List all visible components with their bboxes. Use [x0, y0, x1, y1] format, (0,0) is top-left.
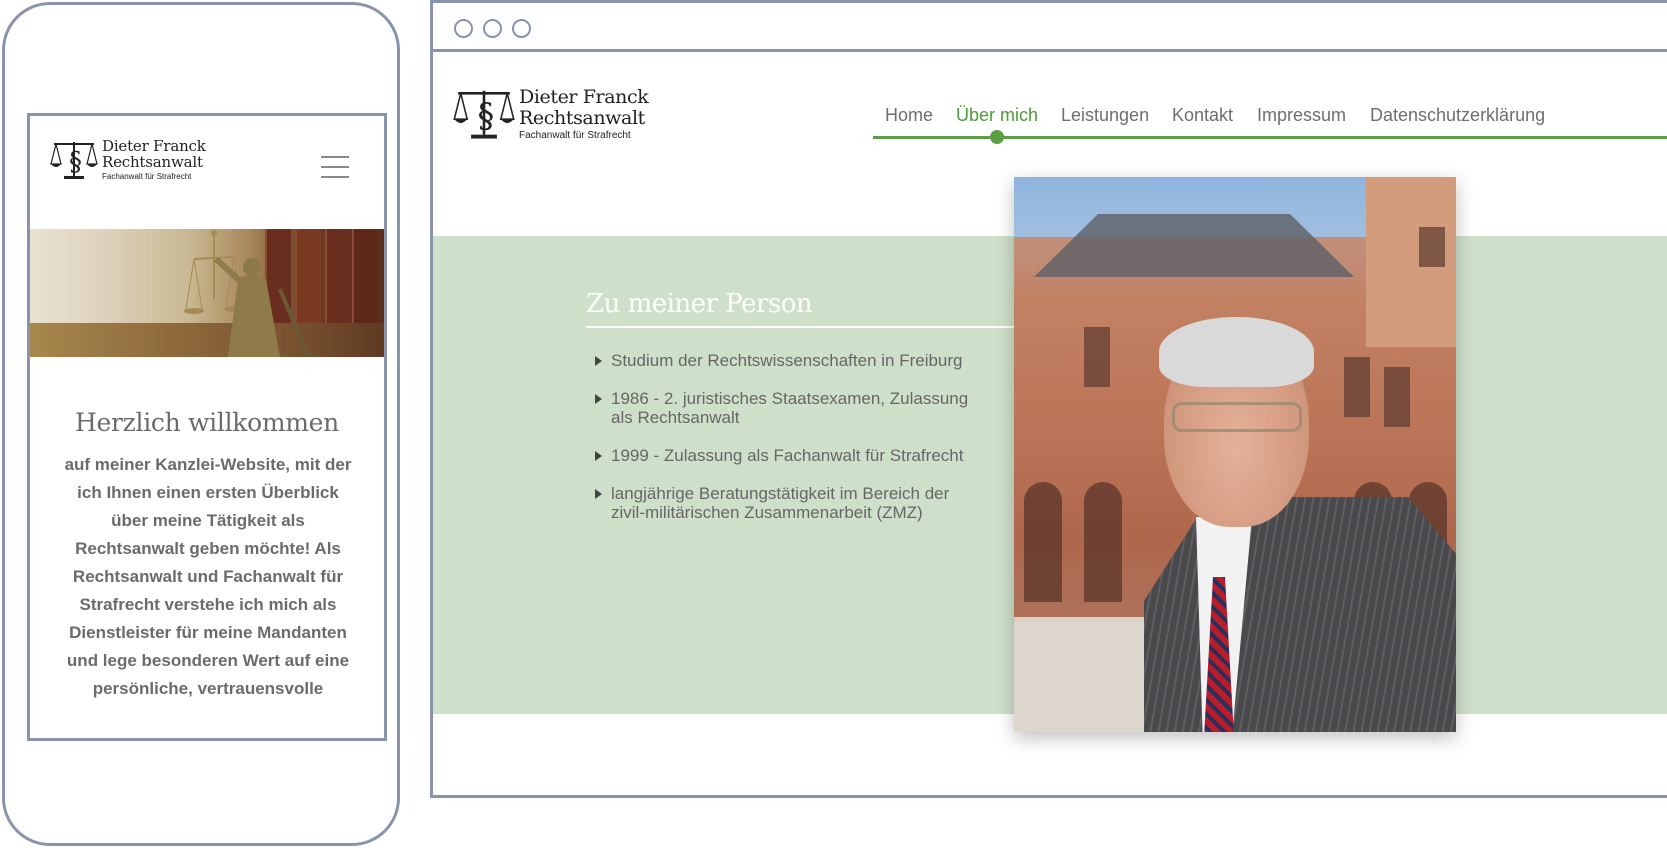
svg-text:§: § [69, 147, 82, 177]
window-dot-icon[interactable] [454, 19, 473, 38]
justitia-statue-icon [184, 230, 310, 357]
svg-text:§: § [478, 96, 495, 135]
phone-screen: § Dieter Franck Rechtsanwalt Fachanwalt … [27, 113, 387, 741]
list-item: langjährige Beratungstätigkeit im Bereic… [593, 484, 983, 522]
window-dot-icon[interactable] [483, 19, 502, 38]
browser-mockup: § Dieter Franck Rechtsanwalt Fachanwalt … [430, 0, 1667, 798]
nav-item-leistungen[interactable]: Leistungen [1061, 105, 1149, 126]
portrait-photo [1014, 177, 1456, 732]
scales-of-justice-icon: § [453, 90, 515, 139]
section-title: Zu meiner Person [586, 289, 813, 319]
mobile-hero-image [30, 229, 384, 357]
list-item: 1986 - 2. juristisches Staatsexamen, Zul… [593, 389, 983, 427]
mobile-welcome-title: Herzlich willkommen [75, 408, 339, 437]
mobile-welcome-text: auf meiner Kanzlei-Website, mit der ich … [64, 455, 352, 698]
nav-item-ueber-mich[interactable]: Über mich [956, 105, 1038, 126]
mobile-logo-subtitle: Fachanwalt für Strafrecht [102, 172, 192, 181]
scales-of-justice-icon: § [50, 142, 98, 179]
nav-item-datenschutz[interactable]: Datenschutzerklärung [1370, 105, 1545, 126]
mobile-header: § Dieter Franck Rechtsanwalt Fachanwalt … [30, 116, 384, 229]
hamburger-icon[interactable] [321, 156, 349, 178]
browser-titlebar [433, 3, 1667, 52]
window-dot-icon[interactable] [512, 19, 531, 38]
nav-active-indicator [990, 130, 1004, 144]
nav-item-home[interactable]: Home [885, 105, 933, 126]
desktop-logo-subtitle: Fachanwalt für Strafrecht [519, 130, 631, 141]
nav-item-kontakt[interactable]: Kontakt [1172, 105, 1233, 126]
list-item: 1999 - Zulassung als Fachanwalt für Stra… [593, 446, 983, 465]
phone-mockup: § Dieter Franck Rechtsanwalt Fachanwalt … [2, 2, 400, 846]
mobile-logo[interactable]: § Dieter Franck Rechtsanwalt Fachanwalt … [50, 134, 206, 186]
list-item: Studium der Rechtswissenschaften in Frei… [593, 351, 983, 370]
mobile-logo-name: Dieter Franck Rechtsanwalt [102, 137, 206, 171]
nav-item-impressum[interactable]: Impressum [1257, 105, 1346, 126]
desktop-logo-name: Dieter Franck Rechtsanwalt [519, 86, 649, 129]
bio-list: Studium der Rechtswissenschaften in Frei… [593, 351, 983, 541]
desktop-logo[interactable]: § Dieter Franck Rechtsanwalt Fachanwalt … [453, 85, 653, 143]
